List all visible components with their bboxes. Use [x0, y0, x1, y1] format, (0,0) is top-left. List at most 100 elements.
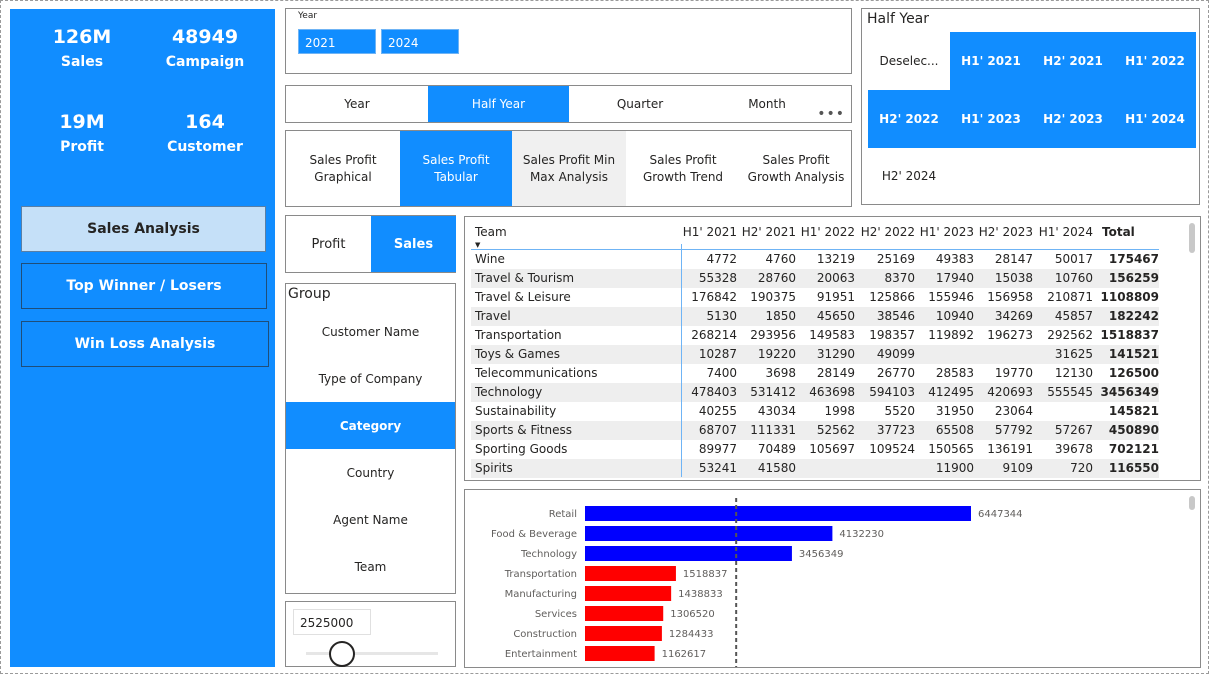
bar[interactable] — [585, 566, 676, 581]
half-year-deselect-all[interactable]: Deselec... — [868, 32, 950, 90]
value-cell: 292562 — [1047, 328, 1093, 342]
data-label: 4132230 — [839, 529, 884, 540]
value-cell: 23064 — [994, 404, 1033, 418]
sort-desc-icon[interactable]: ▼ — [475, 241, 480, 249]
table-row[interactable]: Travel 5130 1850 45650 38546 10940 34269 45857 1… — [471, 307, 1159, 326]
half-year-item[interactable]: H2' 2021 — [1032, 32, 1114, 90]
half-year-item[interactable]: H1' 2022 — [1114, 32, 1196, 90]
column-header[interactable]: H1' 2022 — [801, 225, 855, 239]
value-cell: 531412 — [750, 385, 796, 399]
value-cell: 49383 — [935, 252, 974, 266]
value-cell: 89977 — [698, 442, 737, 456]
column-header[interactable]: Team — [475, 225, 507, 239]
value-cell: 136191 — [987, 442, 1033, 456]
profit-button[interactable]: Profit — [286, 216, 371, 272]
chart-scrollbar[interactable] — [1189, 496, 1195, 510]
half-year-item[interactable]: H2' 2024 — [868, 147, 950, 205]
sales-analysis-button[interactable]: Sales Analysis — [21, 206, 266, 252]
table-row[interactable]: Sporting Goods 89977 70489 105697 109524 1505… — [471, 440, 1159, 459]
value-cell: 28583 — [935, 366, 974, 380]
column-header[interactable]: H1' 2023 — [920, 225, 974, 239]
half-year-item[interactable]: H1' 2023 — [950, 90, 1032, 148]
tab-sales-profit-growth-analysis[interactable]: Sales Profit Growth Analysis — [740, 131, 852, 206]
more-options-icon[interactable]: ••• — [817, 106, 845, 122]
sales-button[interactable]: Sales — [371, 216, 456, 272]
value-cell: 105697 — [809, 442, 855, 456]
group-item-agent-name[interactable]: Agent Name — [286, 496, 455, 543]
value-cell: 49099 — [876, 347, 915, 361]
half-year-item[interactable]: H1' 2024 — [1114, 90, 1196, 148]
threshold-input[interactable]: 2525000 — [293, 609, 371, 635]
table-row[interactable]: Travel & Tourism 55328 28760 20063 8370 17940… — [471, 269, 1159, 288]
bar[interactable] — [585, 646, 655, 661]
value-cell: 26770 — [876, 366, 915, 380]
group-item-country[interactable]: Country — [286, 449, 455, 496]
column-header[interactable]: H2' 2022 — [861, 225, 915, 239]
bar[interactable] — [585, 606, 664, 621]
table-row[interactable]: Sustainability 40255 43034 1998 5520 31950 230… — [471, 402, 1159, 421]
group-item-type-of-company[interactable]: Type of Company — [286, 355, 455, 402]
table-row[interactable]: Wine 4772 4760 13219 25169 49383 28147 50017 175… — [471, 250, 1159, 269]
group-item-customer-name[interactable]: Customer Name — [286, 308, 455, 355]
value-cell: 149583 — [809, 328, 855, 342]
view-tabs: Sales Profit Graphical Sales Profit Tabu… — [285, 130, 852, 207]
tab-sales-profit-min-max[interactable]: Sales Profit Min Max Analysis — [512, 131, 626, 206]
value-cell: 150565 — [928, 442, 974, 456]
team-cell: Wine — [475, 252, 505, 266]
tab-sales-profit-graphical[interactable]: Sales Profit Graphical — [286, 131, 400, 206]
group-item-team[interactable]: Team — [286, 543, 455, 590]
bar[interactable] — [585, 506, 971, 521]
table-row[interactable]: Telecommunications 7400 3698 28149 26770 2858… — [471, 364, 1159, 383]
value-cell: 31950 — [935, 404, 974, 418]
report-canvas: 126M Sales 48949 Campaign 19M Profit 164… — [0, 0, 1209, 674]
bar[interactable] — [585, 526, 833, 541]
value-cell: 9109 — [1002, 461, 1033, 475]
table-scrollbar[interactable] — [1189, 223, 1195, 253]
value-cell: 720 — [1070, 461, 1093, 475]
team-cell: Travel & Tourism — [475, 271, 575, 285]
team-cell: Travel & Leisure — [475, 290, 571, 304]
value-cell: 412495 — [928, 385, 974, 399]
category-label: Services — [535, 609, 577, 620]
tab-sales-profit-growth-trend[interactable]: Sales Profit Growth Trend — [626, 131, 740, 206]
half-year-item[interactable]: H2' 2023 — [1032, 90, 1114, 148]
table-row[interactable]: Transportation 268214 293956 149583 198357 11… — [471, 326, 1159, 345]
bar[interactable] — [585, 586, 672, 601]
column-divider — [681, 244, 682, 477]
data-label: 3456349 — [799, 549, 844, 560]
column-header[interactable]: H2' 2021 — [742, 225, 796, 239]
year-from-input[interactable]: 2021 — [298, 29, 376, 54]
table-row[interactable]: Technology 478403 531412 463698 594103 412495… — [471, 383, 1159, 402]
column-header[interactable]: H2' 2023 — [979, 225, 1033, 239]
total-cell: 116550 — [1108, 461, 1159, 475]
column-header[interactable]: H1' 2024 — [1039, 225, 1093, 239]
table-row[interactable]: Travel & Leisure 176842 190375 91951 125866 1… — [471, 288, 1159, 307]
value-cell: 420693 — [987, 385, 1033, 399]
value-cell: 4760 — [765, 252, 796, 266]
value-cell: 555545 — [1047, 385, 1093, 399]
bar[interactable] — [585, 546, 792, 561]
table-row[interactable]: Toys & Games 10287 19220 31290 49099 31625 141… — [471, 345, 1159, 364]
column-header[interactable]: Total — [1102, 225, 1135, 239]
tab-half-year[interactable]: Half Year — [428, 86, 569, 122]
half-year-item[interactable]: H1' 2021 — [950, 32, 1032, 90]
half-year-item[interactable]: H2' 2022 — [868, 90, 950, 148]
value-cell: 10287 — [698, 347, 737, 361]
table-row[interactable]: Sports & Fitness 68707 111331 52562 37723 655… — [471, 421, 1159, 440]
team-cell: Transportation — [475, 328, 562, 342]
group-item-category[interactable]: Category — [286, 402, 455, 449]
year-to-input[interactable]: 2024 — [381, 29, 459, 54]
bar[interactable] — [585, 626, 662, 641]
top-winner-losers-button[interactable]: Top Winner / Losers — [21, 263, 267, 309]
column-header[interactable]: H1' 2021 — [683, 225, 737, 239]
win-loss-analysis-button[interactable]: Win Loss Analysis — [21, 321, 269, 367]
tab-quarter[interactable]: Quarter — [569, 86, 711, 122]
slider-track[interactable] — [306, 652, 438, 655]
tab-sales-profit-tabular[interactable]: Sales Profit Tabular — [400, 131, 512, 206]
slider-handle[interactable] — [329, 641, 355, 667]
kpi-label: Customer — [167, 139, 243, 155]
tab-year[interactable]: Year — [286, 86, 428, 122]
table-row[interactable]: Spirits 53241 41580 11900 9109 720 116550 — [471, 459, 1159, 478]
kpi-label: Sales — [60, 54, 104, 70]
team-cell: Spirits — [475, 461, 513, 475]
